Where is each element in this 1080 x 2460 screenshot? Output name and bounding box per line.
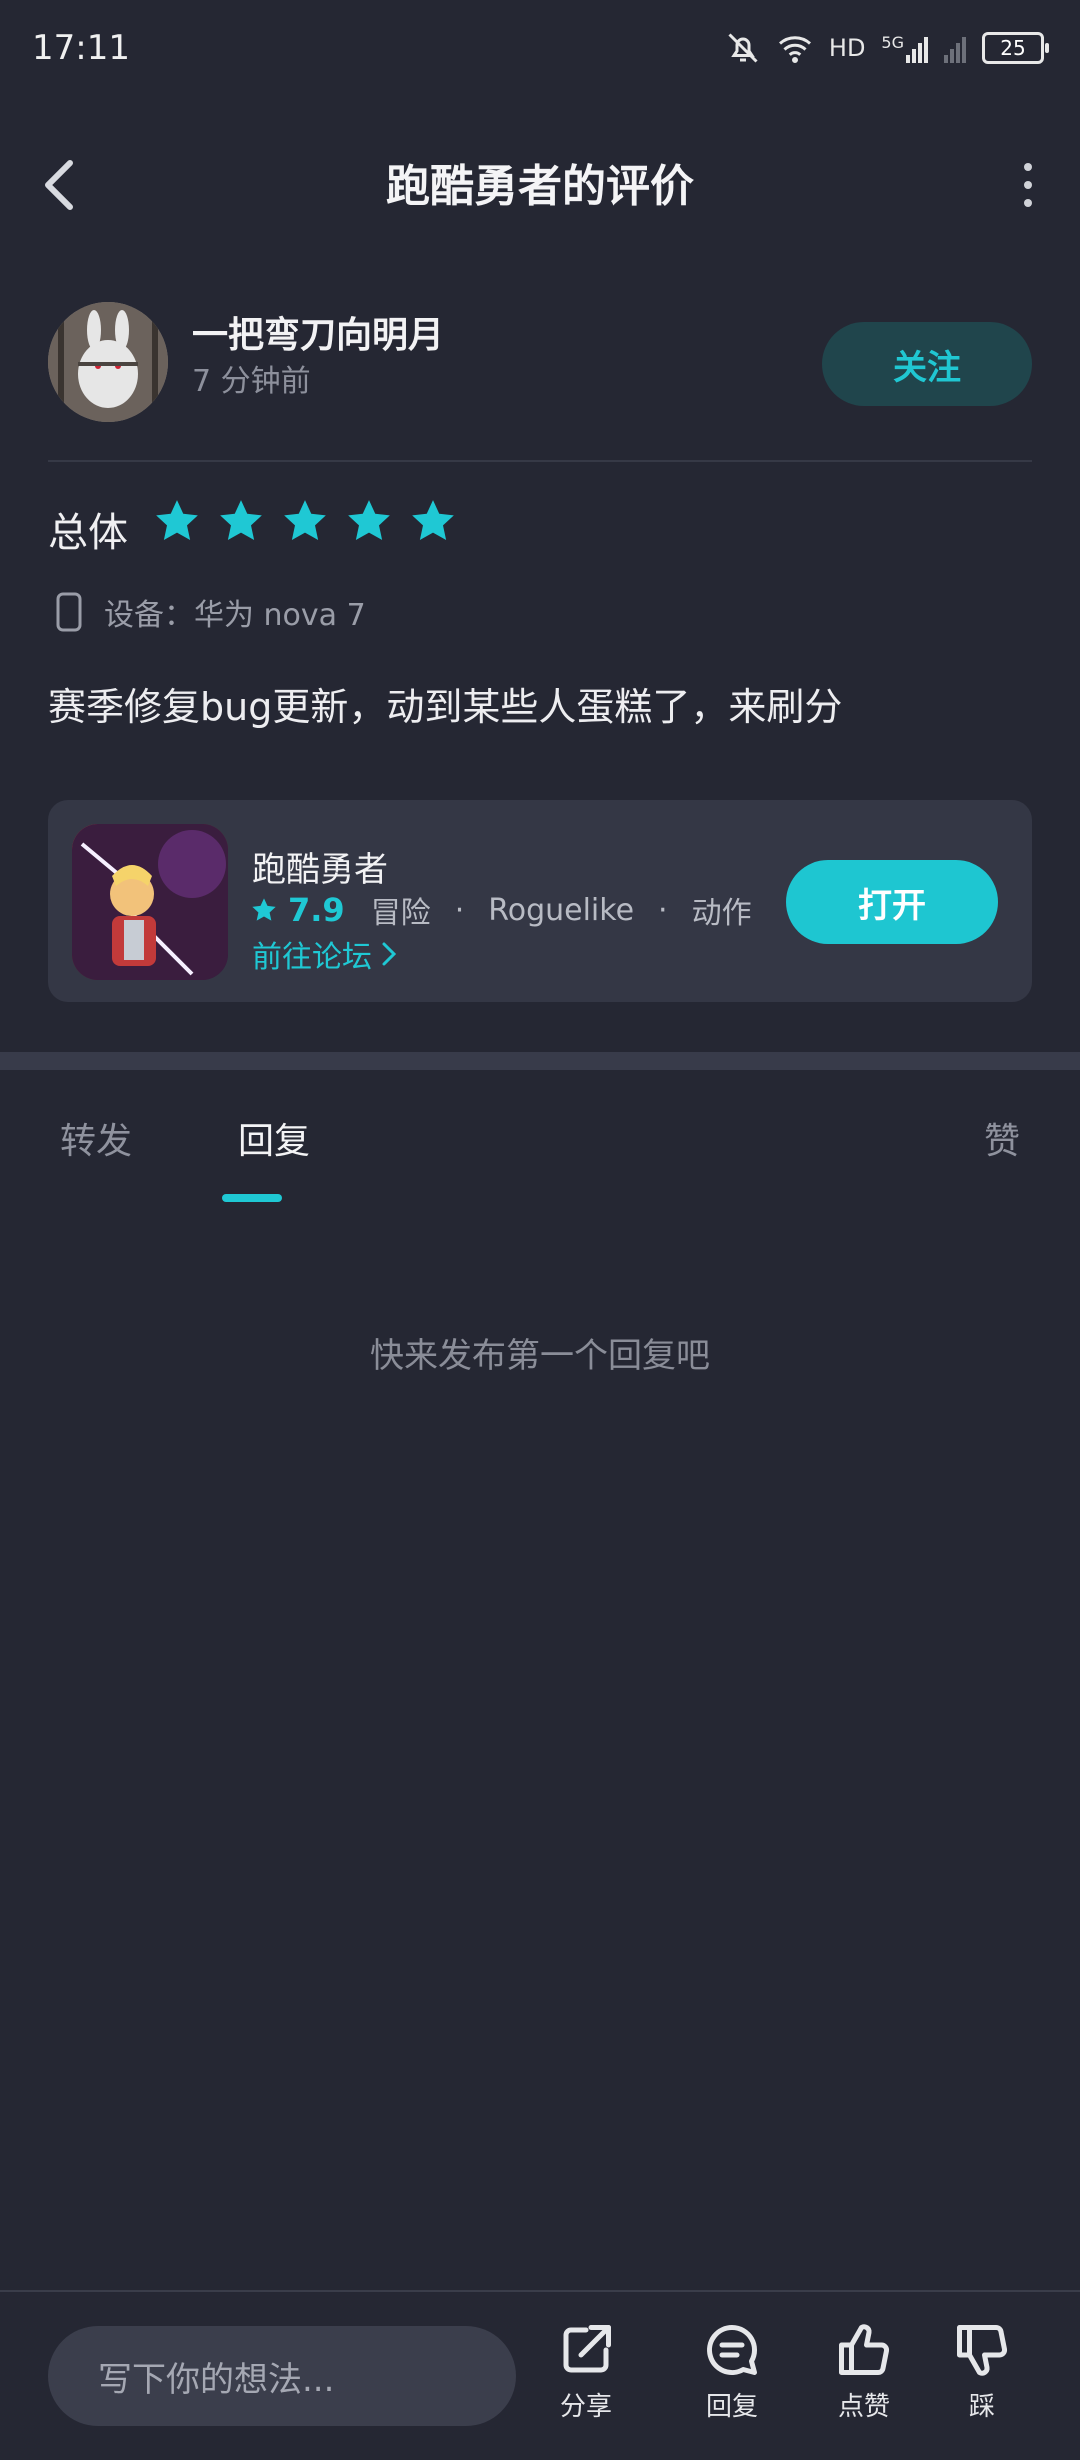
share-button[interactable]: 分享	[556, 2320, 616, 2423]
forum-link-label: 前往论坛	[252, 940, 372, 975]
tag-separator: ·	[658, 892, 668, 928]
divider	[48, 460, 1032, 462]
dislike-button[interactable]: 踩	[952, 2320, 1012, 2423]
empty-replies-message: 快来发布第一个回复吧	[370, 1336, 710, 1376]
phone-icon	[56, 592, 82, 632]
comment-input-placeholder: 写下你的想法...	[98, 2359, 335, 2400]
status-icons: HD 5G 25	[725, 26, 1049, 70]
like-label: 点赞	[837, 2392, 890, 2422]
comment-icon	[707, 2325, 758, 2375]
game-icon-art	[72, 824, 228, 980]
game-icon[interactable]	[72, 824, 228, 980]
chevron-right-icon	[382, 942, 397, 966]
open-game-button[interactable]: 打开	[786, 860, 998, 944]
overall-rating-label: 总体	[48, 510, 128, 556]
star-icon	[284, 500, 326, 540]
reply-button[interactable]: 回复	[702, 2320, 762, 2423]
share-label: 分享	[559, 2392, 612, 2422]
share-icon	[563, 2325, 611, 2373]
star-icon	[156, 500, 198, 540]
forum-link[interactable]: 前往论坛	[252, 932, 398, 976]
like-button[interactable]: 点赞	[834, 2320, 894, 2423]
bottom-divider	[0, 2290, 1080, 2292]
review-text: 赛季修复bug更新，动到某些人蛋糕了，来刷分	[48, 685, 843, 729]
device-label: 设备：华为 nova 7	[104, 598, 366, 633]
author-name[interactable]: 一把弯刀向明月	[192, 306, 444, 358]
post-time: 7 分钟前	[192, 364, 311, 399]
tab-like[interactable]: 赞	[984, 1112, 1020, 1164]
battery-icon: 25	[982, 32, 1049, 64]
avatar-image	[48, 302, 168, 422]
signal-bars-icon	[944, 33, 966, 63]
hd-indicator: HD	[828, 34, 866, 62]
status-time: 17:11	[32, 28, 130, 68]
dislike-label: 踩	[968, 2392, 995, 2422]
thumbs-up-icon	[839, 2324, 890, 2375]
game-tag: Roguelike	[488, 892, 635, 928]
battery-level: 25	[1000, 36, 1026, 60]
bell-off-icon	[728, 33, 758, 63]
tag-separator: ·	[454, 892, 465, 928]
device-info: 设备：华为 nova 7	[56, 590, 366, 634]
game-tag: 动作	[691, 896, 752, 931]
reply-label: 回复	[705, 2392, 758, 2422]
wifi-icon	[778, 36, 811, 63]
thumbs-down-icon	[957, 2325, 1008, 2376]
tab-reply[interactable]: 回复	[238, 1112, 310, 1164]
comment-input[interactable]: 写下你的想法...	[48, 2326, 516, 2426]
star-icon	[252, 898, 276, 921]
star-icon	[220, 500, 262, 540]
star-icon	[412, 500, 454, 540]
game-tag: 冒险	[370, 896, 431, 931]
section-separator	[0, 1052, 1080, 1070]
more-options-button[interactable]	[1016, 150, 1040, 220]
avatar[interactable]	[48, 302, 168, 422]
rating-stars	[152, 496, 458, 546]
page-title: 跑酷勇者的评价	[386, 161, 694, 212]
follow-button[interactable]: 关注	[822, 322, 1032, 406]
game-meta: 7.9 冒险 · Roguelike · 动作	[250, 888, 752, 932]
signal-5g-icon: 5G	[881, 33, 928, 63]
tab-forward[interactable]: 转发	[60, 1112, 132, 1164]
game-name[interactable]: 跑酷勇者	[252, 842, 388, 891]
active-tab-indicator	[222, 1194, 282, 1202]
game-score: 7.9	[288, 891, 345, 929]
star-icon	[348, 500, 390, 540]
signal-5g-label: 5G	[881, 33, 904, 52]
